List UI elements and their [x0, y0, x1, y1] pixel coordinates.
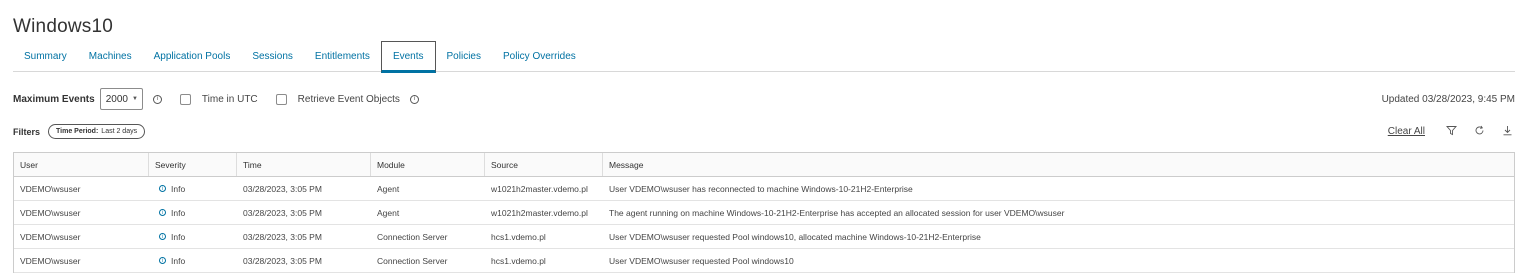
cell-severity: i Info — [149, 225, 237, 248]
tab-bar: Summary Machines Application Pools Sessi… — [13, 41, 1515, 73]
filter-chip-key: Time Period: — [56, 128, 99, 135]
retrieve-event-objects-checkbox[interactable] — [275, 93, 287, 105]
cell-module: Agent — [377, 183, 400, 194]
column-header-severity[interactable]: Severity — [149, 153, 237, 176]
grid-actions: Clear All — [1388, 125, 1513, 138]
cell-time: 03/28/2023, 3:05 PM — [243, 255, 322, 266]
refresh-icon[interactable] — [1474, 125, 1485, 138]
tab-policies[interactable]: Policies — [436, 41, 492, 72]
time-period-filter-chip[interactable]: Time Period: Last 2 days — [48, 124, 146, 139]
column-header-message[interactable]: Message — [603, 153, 1514, 176]
filters-bar: Filters Time Period: Last 2 days — [13, 124, 146, 139]
tab-policy-overrides[interactable]: Policy Overrides — [492, 41, 587, 72]
clear-all-link[interactable]: Clear All — [1388, 126, 1425, 137]
filter-icon[interactable] — [1446, 125, 1457, 138]
cell-severity: i Info — [149, 249, 237, 272]
cell-time: 03/28/2023, 3:05 PM — [243, 207, 322, 218]
filters-label: Filters — [13, 126, 41, 137]
updated-timestamp: Updated 03/28/2023, 9:45 PM — [1381, 94, 1515, 105]
info-severity-icon: i — [159, 185, 166, 192]
cell-user: VDEMO\wsuser — [20, 231, 81, 242]
table-row[interactable]: VDEMO\wsuser i Info 03/28/2023, 3:05 PM … — [14, 249, 1514, 273]
cell-source: hcs1.vdemo.pl — [491, 231, 546, 242]
download-icon[interactable] — [1502, 125, 1513, 138]
cell-user: VDEMO\wsuser — [20, 207, 81, 218]
cell-module: Agent — [377, 207, 400, 218]
cell-time: 03/28/2023, 3:05 PM — [243, 183, 322, 194]
info-severity-icon: i — [159, 209, 166, 216]
cell-message: User VDEMO\wsuser has reconnected to mac… — [609, 183, 913, 194]
cell-message: User VDEMO\wsuser requested Pool windows… — [609, 231, 981, 242]
tab-machines[interactable]: Machines — [78, 41, 143, 72]
tab-sessions[interactable]: Sessions — [241, 41, 304, 72]
cell-time: 03/28/2023, 3:05 PM — [243, 231, 322, 242]
chevron-down-icon: ▼ — [131, 96, 138, 102]
max-events-label: Maximum Events — [13, 93, 95, 105]
page-title: Windows10 — [13, 16, 114, 37]
cell-module: Connection Server — [377, 255, 448, 266]
table-row[interactable]: VDEMO\wsuser i Info 03/28/2023, 3:05 PM … — [14, 225, 1514, 249]
table-header-row: User Severity Time Module Source Message — [14, 153, 1514, 177]
cell-source: w1021h2master.vdemo.pl — [491, 207, 588, 218]
severity-label: Info — [171, 207, 186, 218]
cell-severity: i Info — [149, 201, 237, 224]
cell-source: hcs1.vdemo.pl — [491, 255, 546, 266]
filter-chip-value: Last 2 days — [101, 128, 138, 135]
cell-severity: i Info — [149, 177, 237, 200]
severity-label: Info — [171, 231, 186, 242]
info-icon[interactable]: i — [152, 94, 162, 104]
table-row[interactable]: VDEMO\wsuser i Info 03/28/2023, 3:05 PM … — [14, 201, 1514, 225]
cell-user: VDEMO\wsuser — [20, 255, 81, 266]
time-utc-checkbox[interactable] — [179, 93, 191, 105]
cell-message: User VDEMO\wsuser requested Pool windows… — [609, 255, 794, 266]
info-severity-icon: i — [159, 257, 166, 264]
column-header-source[interactable]: Source — [485, 153, 603, 176]
cell-module: Connection Server — [377, 231, 448, 242]
column-header-user[interactable]: User — [14, 153, 149, 176]
tab-events[interactable]: Events — [380, 41, 436, 73]
max-events-value: 2000 — [105, 93, 128, 105]
event-options: Maximum Events 2000 ▼ i Time in UTC Retr… — [13, 88, 419, 110]
table-row[interactable]: VDEMO\wsuser i Info 03/28/2023, 3:05 PM … — [14, 177, 1514, 201]
column-header-module[interactable]: Module — [371, 153, 485, 176]
info-severity-icon: i — [159, 233, 166, 240]
column-header-time[interactable]: Time — [237, 153, 371, 176]
max-events-select[interactable]: 2000 ▼ — [99, 88, 143, 110]
severity-label: Info — [171, 255, 186, 266]
retrieve-event-objects-label: Retrieve Event Objects — [297, 93, 400, 105]
tab-application-pools[interactable]: Application Pools — [143, 41, 242, 72]
tab-entitlements[interactable]: Entitlements — [304, 41, 381, 72]
cell-message: The agent running on machine Windows-10-… — [609, 207, 1065, 218]
tab-summary[interactable]: Summary — [13, 41, 78, 72]
time-utc-label: Time in UTC — [201, 93, 258, 105]
events-table: User Severity Time Module Source Message… — [13, 152, 1515, 273]
cell-source: w1021h2master.vdemo.pl — [491, 183, 588, 194]
cell-user: VDEMO\wsuser — [20, 183, 81, 194]
info-icon[interactable]: i — [409, 94, 419, 104]
severity-label: Info — [171, 183, 186, 194]
